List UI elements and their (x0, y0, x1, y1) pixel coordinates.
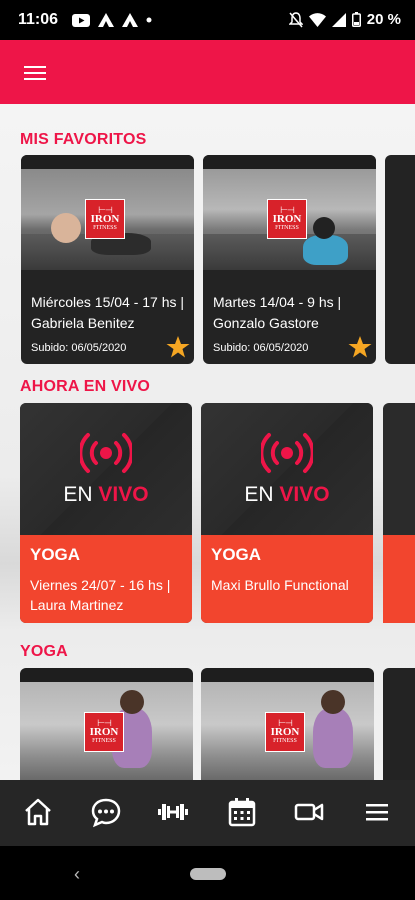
video-icon[interactable] (293, 796, 325, 828)
hamburger-icon[interactable] (24, 66, 46, 80)
dumbbell-icon[interactable] (157, 796, 189, 828)
yoga-card-peek[interactable] (383, 668, 415, 780)
live-info: YOGA Viernes 24/07 - 16 hs | Laura Marti… (20, 535, 192, 623)
battery-percent: 20 % (366, 11, 401, 28)
card-title: Martes 14/04 - 9 hs | Gonzalo Gastore (213, 294, 342, 331)
live-label: EN VIVO (63, 483, 149, 506)
live-category: YOGA (30, 545, 81, 564)
upload-date: Subido: 06/05/2020 (31, 342, 127, 354)
yoga-card[interactable]: ⊢⊣ IRON FITNESS (201, 668, 374, 780)
star-icon[interactable] (348, 335, 372, 359)
live-card[interactable]: EN VIVO YOGA Maxi Brullo Functional (201, 403, 373, 623)
status-time: 11:06 (18, 11, 59, 28)
signal-icon (331, 12, 346, 27)
section-title-yoga: YOGA (20, 643, 68, 660)
iron-fitness-logo: ⊢⊣ IRON FITNESS (265, 712, 305, 752)
live-card-peek[interactable] (383, 403, 415, 623)
section-title-favorites: MIS FAVORITOS (20, 131, 147, 148)
live-label: EN VIVO (244, 483, 330, 506)
system-navigation: ‹ (0, 846, 415, 900)
status-bar: 11:06 20 % (0, 0, 415, 40)
iron-fitness-logo: ⊢⊣ IRON FITNESS (85, 199, 125, 239)
live-description: Viernes 24/07 - 16 hs | Laura Martinez (30, 577, 171, 613)
live-banner: EN VIVO (20, 403, 192, 535)
chat-icon[interactable] (90, 796, 122, 828)
video-thumbnail: ⊢⊣ IRON FITNESS (20, 668, 193, 780)
battery-icon (351, 12, 361, 27)
app-icon (98, 13, 114, 27)
iron-fitness-logo: ⊢⊣ IRON FITNESS (84, 712, 124, 752)
favorite-card[interactable]: ⊢⊣ IRON FITNESS Martes 14/04 - 9 hs | Go… (203, 155, 376, 364)
home-icon[interactable] (22, 796, 54, 828)
notification-icons (72, 11, 152, 29)
video-thumbnail: ⊢⊣ IRON FITNESS (201, 668, 374, 780)
bottom-navigation (0, 780, 415, 846)
broadcast-icon (80, 433, 132, 473)
yoga-card[interactable]: ⊢⊣ IRON FITNESS (20, 668, 193, 780)
upload-date: Subido: 06/05/2020 (213, 342, 309, 354)
app-bar (0, 40, 415, 104)
section-title-live: AHORA EN VIVO (20, 378, 151, 395)
live-card[interactable]: EN VIVO YOGA Viernes 24/07 - 16 hs | Lau… (20, 403, 192, 623)
back-icon[interactable]: ‹ (74, 864, 80, 885)
video-thumbnail: ⊢⊣ IRON FITNESS (21, 155, 194, 270)
mute-icon (288, 11, 303, 27)
iron-fitness-logo: ⊢⊣ IRON FITNESS (267, 199, 307, 239)
live-banner: EN VIVO (201, 403, 373, 535)
menu-icon[interactable] (361, 796, 393, 828)
live-info: YOGA Maxi Brullo Functional (201, 535, 373, 623)
dot-icon (146, 17, 152, 23)
broadcast-icon (261, 433, 313, 473)
home-pill[interactable] (190, 868, 226, 880)
youtube-icon (72, 13, 90, 27)
calendar-icon[interactable] (226, 796, 258, 828)
favorite-card-peek[interactable] (385, 155, 415, 364)
main-content[interactable]: MIS FAVORITOS ⊢⊣ IRON FITNESS Miércoles … (0, 104, 415, 780)
live-description: Maxi Brullo Functional (211, 577, 349, 593)
live-category: YOGA (211, 545, 262, 564)
wifi-icon (308, 12, 326, 27)
favorite-card[interactable]: ⊢⊣ IRON FITNESS Miércoles 15/04 - 17 hs … (21, 155, 194, 364)
card-title: Miércoles 15/04 - 17 hs | Gabriela Benit… (31, 294, 185, 331)
app-icon (122, 13, 138, 27)
video-thumbnail: ⊢⊣ IRON FITNESS (203, 155, 376, 270)
system-icons: 20 % (288, 11, 401, 28)
star-icon[interactable] (166, 335, 190, 359)
